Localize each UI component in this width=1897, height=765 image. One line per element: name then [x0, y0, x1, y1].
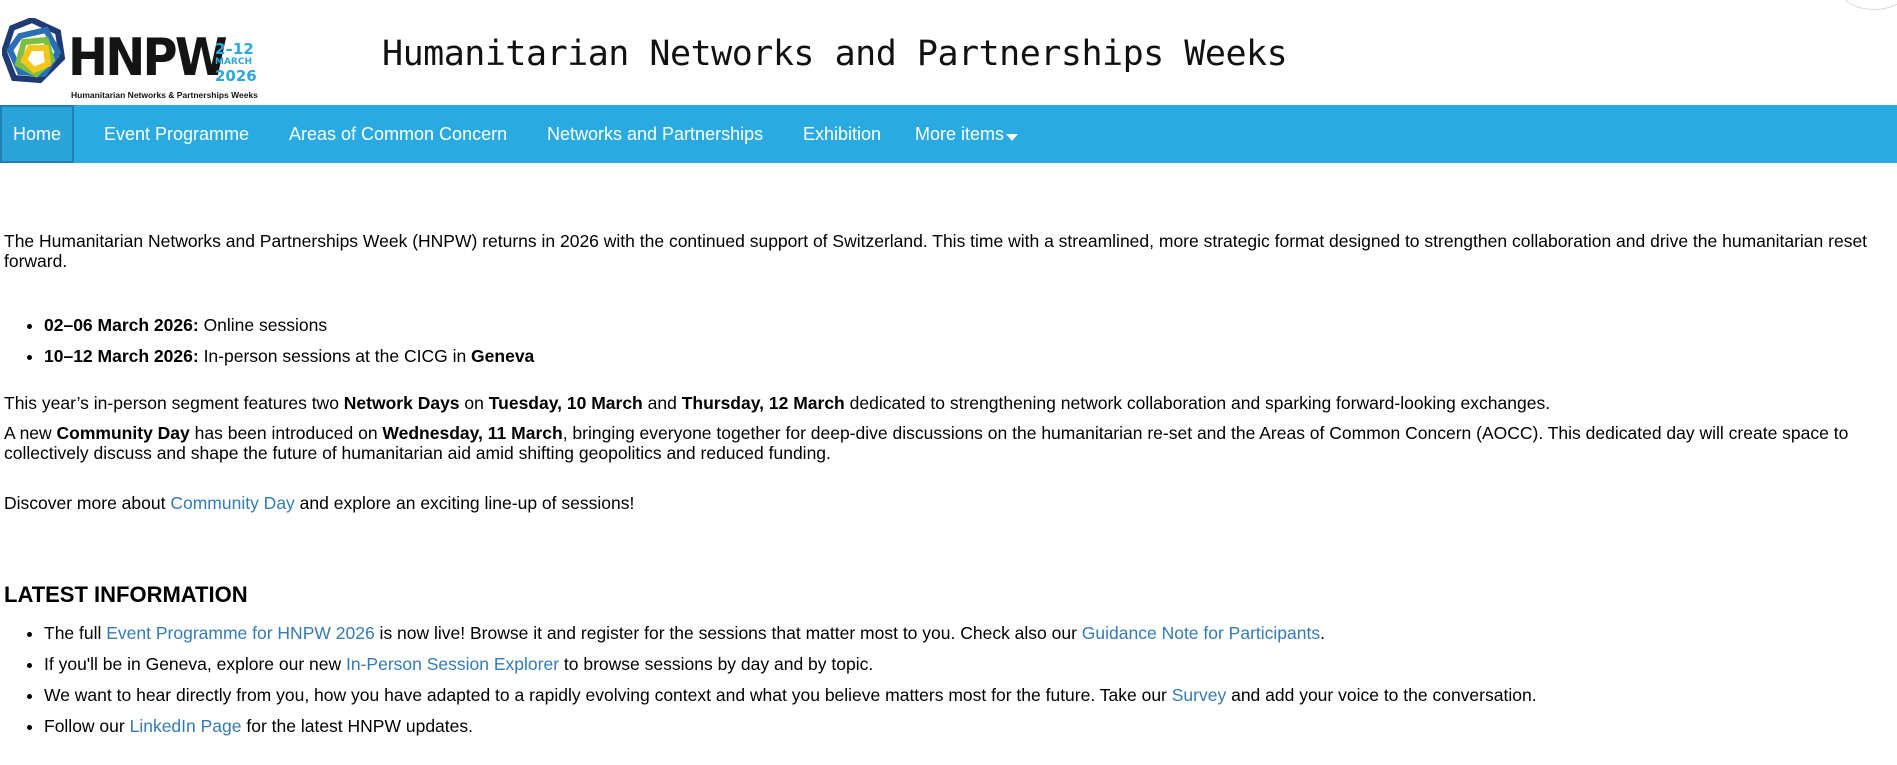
logo-wordmark: HNPW	[68, 28, 228, 88]
nav-item-more-items[interactable]: More items	[915, 105, 1019, 163]
text: is now live! Browse it and register for …	[374, 623, 1082, 643]
nav-item-more-items-label: More items	[915, 124, 1005, 144]
emphasis: Community Day	[56, 423, 190, 443]
emphasis: Network Days	[343, 393, 460, 413]
nav-item-networks-and-partnerships[interactable]: Networks and Partnerships	[547, 105, 763, 163]
latest-information-heading: LATEST INFORMATION	[4, 582, 248, 607]
nav-item-areas-of-common-concern[interactable]: Areas of Common Concern	[289, 105, 507, 163]
main-content: The Humanitarian Networks and Partnershi…	[4, 231, 1890, 747]
list-item: Follow our LinkedIn Page for the latest …	[44, 716, 1890, 736]
community-day-link[interactable]: Community Day	[170, 493, 294, 513]
hnpw-logo-mark-icon	[2, 18, 66, 84]
text: on	[459, 393, 489, 413]
list-item: If you'll be in Geneva, explore our new …	[44, 654, 1890, 674]
hnpw-logo[interactable]: HNPW 2–12 MARCH 2026 Humanitarian Networ…	[2, 18, 258, 100]
logo-dates-line1: 2–12	[215, 40, 254, 58]
linkedin-page-link[interactable]: LinkedIn Page	[130, 716, 242, 736]
nav-item-exhibition[interactable]: Exhibition	[803, 105, 881, 163]
emphasis: Thursday, 12 March	[681, 393, 845, 413]
nav-item-home[interactable]: Home	[0, 105, 75, 163]
text: to browse sessions by day and by topic.	[559, 654, 874, 674]
text: and add your voice to the conversation.	[1226, 685, 1537, 705]
date-range: 02–06 March 2026:	[44, 315, 199, 335]
latest-information-list: The full Event Programme for HNPW 2026 i…	[4, 623, 1890, 736]
emphasis: Wednesday, 11 March	[382, 423, 563, 443]
text: If you'll be in Geneva, explore our new	[44, 654, 346, 674]
text: for the latest HNPW updates.	[241, 716, 473, 736]
discover-paragraph: Discover more about Community Day and ex…	[4, 493, 1890, 513]
guidance-note-link[interactable]: Guidance Note for Participants	[1082, 623, 1320, 643]
text: The full	[44, 623, 107, 643]
list-item: We want to hear directly from you, how y…	[44, 685, 1890, 705]
text: .	[1320, 623, 1325, 643]
site-header: HNPW 2–12 MARCH 2026 Humanitarian Networ…	[0, 0, 1897, 105]
logo-dates-line3: 2026	[215, 67, 257, 85]
date-description: In-person sessions at the CICG in	[198, 346, 472, 366]
network-days-paragraph: This year’s in-person segment features t…	[4, 393, 1890, 413]
text: This year’s in-person segment features t…	[4, 393, 344, 413]
caret-down-icon	[1006, 134, 1019, 141]
list-item: 02–06 March 2026: Online sessions	[44, 315, 1890, 335]
session-explorer-link[interactable]: In-Person Session Explorer	[346, 654, 559, 674]
event-programme-link[interactable]: Event Programme for HNPW 2026	[106, 623, 374, 643]
community-day-paragraph: A new Community Day has been introduced …	[4, 423, 1890, 463]
intro-paragraph: The Humanitarian Networks and Partnershi…	[4, 231, 1868, 271]
list-item: 10–12 March 2026: In-person sessions at …	[44, 346, 1890, 366]
text: Discover more about	[4, 493, 171, 513]
emphasis: Tuesday, 10 March	[488, 393, 643, 413]
survey-link[interactable]: Survey	[1172, 685, 1226, 705]
site-title: Humanitarian Networks and Partnerships W…	[382, 34, 1288, 74]
dates-list: 02–06 March 2026: Online sessions 10–12 …	[4, 315, 1890, 366]
logo-dates: 2–12 MARCH 2026	[215, 41, 257, 84]
date-description: Online sessions	[198, 315, 328, 335]
text: and explore an exciting line-up of sessi…	[294, 493, 635, 513]
corner-decoration	[1843, 0, 1897, 10]
nav-item-event-programme[interactable]: Event Programme	[104, 105, 249, 163]
main-navigation: Home Event Programme Areas of Common Con…	[0, 105, 1897, 163]
date-range: 10–12 March 2026:	[44, 346, 199, 366]
text: and	[642, 393, 682, 413]
text: A new	[4, 423, 57, 443]
list-item: The full Event Programme for HNPW 2026 i…	[44, 623, 1890, 643]
text: has been introduced on	[189, 423, 383, 443]
text: dedicated to strengthening network colla…	[844, 393, 1551, 413]
city-name: Geneva	[471, 346, 535, 366]
text: Follow our	[44, 716, 130, 736]
text: We want to hear directly from you, how y…	[44, 685, 1172, 705]
logo-tagline: Humanitarian Networks & Partnerships Wee…	[71, 90, 258, 100]
